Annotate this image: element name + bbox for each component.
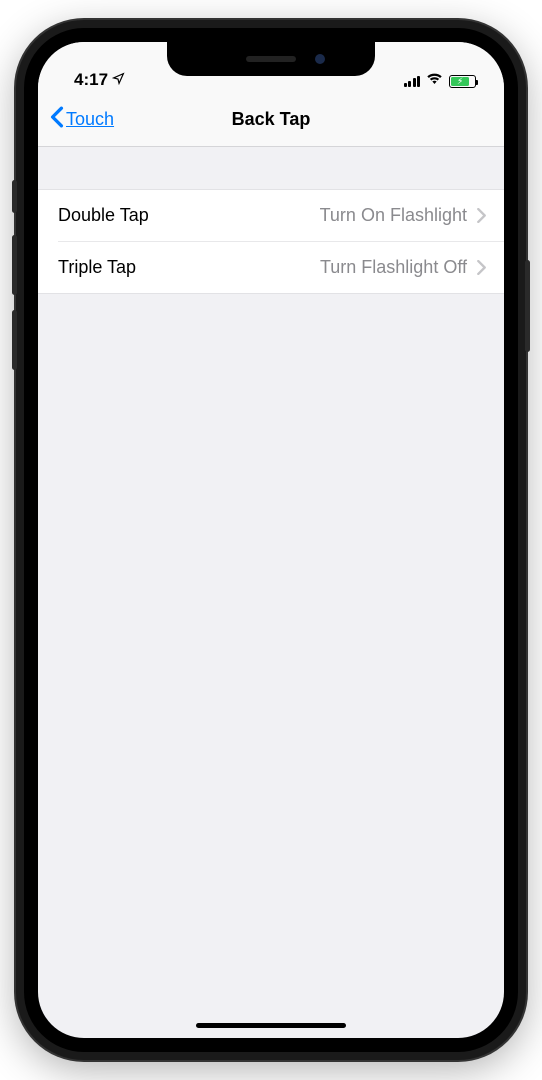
back-label: Touch <box>66 109 114 130</box>
page-title: Back Tap <box>232 109 311 130</box>
notch <box>167 42 375 76</box>
row-value: Turn Flashlight Off <box>320 257 467 278</box>
status-left: 4:17 <box>74 70 125 90</box>
notch-camera <box>315 54 325 64</box>
notch-speaker <box>246 56 296 62</box>
home-indicator[interactable] <box>196 1023 346 1028</box>
chevron-right-icon <box>477 208 486 223</box>
triple-tap-row[interactable]: Triple Tap Turn Flashlight Off <box>58 241 504 293</box>
power-button <box>525 260 530 352</box>
wifi-icon <box>426 72 443 90</box>
nav-bar: Touch Back Tap <box>38 92 504 147</box>
row-value-wrap: Turn On Flashlight <box>320 205 486 226</box>
status-time: 4:17 <box>74 70 108 90</box>
cellular-icon <box>404 75 421 87</box>
status-right: ⚡︎ <box>404 72 477 90</box>
battery-icon: ⚡︎ <box>449 75 476 88</box>
phone-body: 4:17 ⚡︎ <box>24 28 518 1052</box>
back-button[interactable]: Touch <box>50 106 114 133</box>
double-tap-row[interactable]: Double Tap Turn On Flashlight <box>38 190 504 241</box>
volume-up-button <box>12 235 17 295</box>
row-value: Turn On Flashlight <box>320 205 467 226</box>
settings-list: Double Tap Turn On Flashlight Triple Tap… <box>38 189 504 294</box>
chevron-right-icon <box>477 260 486 275</box>
chevron-left-icon <box>50 106 64 133</box>
silence-switch <box>12 180 17 213</box>
charging-icon: ⚡︎ <box>457 77 463 86</box>
phone-frame: 4:17 ⚡︎ <box>16 20 526 1060</box>
screen: 4:17 ⚡︎ <box>38 42 504 1038</box>
volume-down-button <box>12 310 17 370</box>
row-label: Triple Tap <box>58 257 136 278</box>
group-spacer <box>38 147 504 189</box>
row-label: Double Tap <box>58 205 149 226</box>
location-icon <box>112 70 125 90</box>
row-value-wrap: Turn Flashlight Off <box>320 257 486 278</box>
